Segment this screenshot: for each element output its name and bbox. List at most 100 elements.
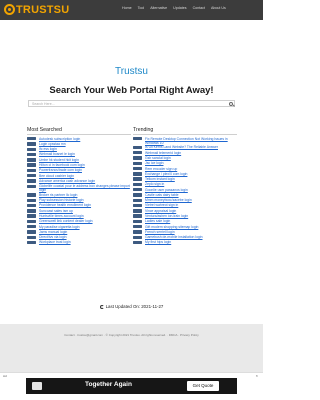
ad-logo [32, 382, 42, 390]
list-item: Bee cloud cashier login [27, 174, 131, 179]
item-link[interactable]: Login cpsstaa mn [39, 142, 66, 146]
item-link[interactable]: Jams manual login [39, 230, 67, 234]
item-badge [27, 179, 36, 183]
item-link[interactable]: Castle oats dairy table [145, 193, 179, 197]
item-link[interactable]: Goonlie user passanos login [145, 188, 188, 192]
item-badge [27, 184, 36, 188]
item-link[interactable]: Rem encoder sign up [145, 167, 177, 171]
list-item: Jams manual login [27, 230, 131, 235]
item-link[interactable]: Vietrel wahreot sign in [145, 203, 178, 207]
item-badge [133, 136, 142, 141]
divider [27, 134, 131, 135]
item-badge [27, 225, 36, 229]
item-link[interactable]: Broker ris partner llc login [39, 193, 77, 197]
nav-link-home[interactable]: Home [122, 6, 132, 10]
item-link[interactable]: Gamebush de-mobile installation login [145, 235, 203, 239]
item-link[interactable]: Autodesk subscription login [39, 137, 80, 141]
item-link[interactable]: Gift modern shopping sitemap login [145, 225, 198, 229]
item-badge [27, 219, 36, 224]
list-item: Gamebush de-mobile installation login [133, 235, 237, 240]
item-link[interactable]: Gsb sanclal login [145, 156, 171, 160]
item-link[interactable]: Powerfrancs/trade com login [39, 168, 82, 172]
last-updated: Last Updated On: 2021-11-27 [0, 304, 263, 309]
list-item: Jsc ice login [133, 161, 237, 166]
list-item: Direct/tvs via login [27, 235, 131, 240]
item-link[interactable]: French serriell login [145, 230, 175, 234]
list-item: Advance america cash advance login [27, 179, 131, 184]
list-item: My paradise cigaretta login [27, 225, 131, 230]
item-link[interactable]: Ifc ess login [39, 147, 57, 151]
list-item: Zeplo sign in [133, 182, 237, 187]
nav-link-updates[interactable]: Updates [173, 6, 186, 10]
item-link[interactable]: Globelife coastal pour le address box ch… [39, 184, 131, 192]
item-link[interactable]: Zeplo sign in [145, 182, 164, 186]
nav-links: Home Tool Alternative Updates Contact Ab… [122, 6, 226, 10]
list-item: Umbe hk student hkit login [27, 158, 131, 163]
item-link[interactable]: Direct/tvs via login [39, 235, 67, 239]
item-link[interactable]: Huntsville times account login [39, 214, 84, 218]
list-item: Telkom instant login [133, 177, 237, 182]
list-item: Play subsession historie login [27, 198, 131, 203]
item-link[interactable]: Exchange / plex/0 com login [145, 172, 187, 176]
item-link[interactable]: Advance america cash advance login [39, 179, 95, 183]
list-item: Vince appraisal login [133, 209, 237, 214]
item-badge [27, 173, 36, 178]
nav-link-contact[interactable]: Contact [193, 6, 205, 10]
item-badge [27, 240, 36, 245]
logo-text: TRUSTSU [16, 3, 70, 16]
item-link[interactable]: Workplace trust login [39, 240, 71, 244]
item-link[interactable]: Vince appraisal login [145, 209, 176, 213]
item-link[interactable]: Bee cloud cashier login [39, 174, 74, 178]
item-badge [27, 168, 36, 173]
item-link[interactable]: Webmail telemerid login [145, 151, 181, 155]
item-badge [133, 193, 142, 197]
item-badge [27, 193, 36, 197]
ad-cta-button[interactable]: Get Quote [187, 381, 219, 391]
item-link[interactable]: My first hips login [145, 240, 171, 244]
site-logo[interactable]: TRUSTSU [4, 2, 69, 17]
item-link[interactable]: Ladies sale login [145, 219, 170, 223]
ad-banner[interactable]: Together Again Get Quote [26, 378, 237, 394]
item-link[interactable]: Is Oil Kerns Land Website? The Reliable … [145, 145, 218, 149]
item-badge [27, 203, 36, 208]
item-link[interactable]: Greenswell link content dealer login [39, 219, 93, 223]
item-link[interactable]: Providence health enrollment login [39, 203, 91, 207]
list-item: Ifc ess login [27, 147, 131, 152]
close-icon[interactable]: × [256, 373, 258, 378]
item-link[interactable]: Hilton ci in facebook com login [39, 163, 85, 167]
item-link[interactable]: Ventura/ashen ion-train login [145, 214, 188, 218]
list-item: Fix Remote Desktop Connection Not Workin… [133, 137, 237, 145]
item-badge [133, 225, 142, 229]
search-input[interactable] [28, 100, 235, 107]
list-item: Goonlie user passanos login [133, 188, 237, 193]
item-link[interactable]: Fix Remote Desktop Connection Not Workin… [145, 137, 237, 145]
search-icon[interactable] [229, 101, 233, 106]
item-badge [133, 166, 142, 171]
nav-link-about[interactable]: About Us [211, 6, 226, 10]
item-badge [133, 230, 142, 234]
item-link[interactable]: My paradise cigaretta login [39, 225, 80, 229]
item-link[interactable]: Jsc ice login [145, 161, 163, 165]
ad-corner-label: Ad [3, 374, 7, 378]
nav-link-alternative[interactable]: Alternative [150, 6, 167, 10]
item-link[interactable]: Webmail bosnet le login [39, 152, 75, 156]
item-link[interactable]: Play subsession historie login [39, 198, 83, 202]
footer: Contact · trustsu@gmail.com · © Copyrigh… [0, 324, 263, 372]
item-link[interactable]: Umbe hk student hkit login [39, 158, 79, 162]
item-link[interactable]: Suncoast sales ism up [39, 209, 73, 213]
list-item: Powerfrancs/trade com login [27, 168, 131, 173]
item-badge [133, 145, 142, 150]
list-item: Greenswell link content dealer login [27, 219, 131, 224]
list-item: Exchange / plex/0 com login [133, 172, 237, 177]
trending-section: Trending Fix Remote Desktop Connection N… [133, 127, 237, 246]
footer-text: Contact · trustsu@gmail.com · © Copyrigh… [64, 333, 199, 337]
nav-link-tool[interactable]: Tool [138, 6, 145, 10]
list-item: Vietrel wahreot sign in [133, 203, 237, 208]
divider [133, 134, 237, 135]
item-badge [133, 203, 142, 208]
ad-bar: Ad × Together Again Get Quote [0, 372, 263, 400]
item-badge [27, 152, 36, 157]
item-badge [133, 182, 142, 187]
item-link[interactable]: Mmm moneyboxc/zacebe login [145, 198, 192, 202]
item-link[interactable]: Telkom instant login [145, 177, 175, 181]
